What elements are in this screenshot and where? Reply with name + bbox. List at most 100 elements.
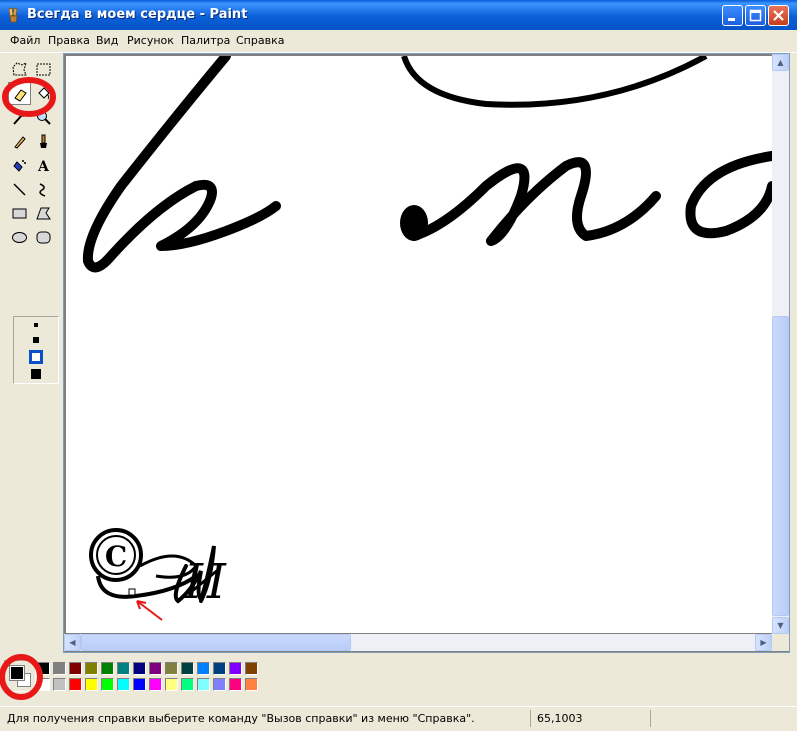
ellipse-icon: [12, 232, 27, 243]
scroll-right-button[interactable]: ▶: [755, 634, 772, 651]
tool-free-form-select[interactable]: [8, 58, 31, 81]
paint-app-icon[interactable]: [6, 7, 22, 23]
toolbox: A: [4, 56, 60, 636]
tool-ellipse[interactable]: [8, 226, 31, 249]
palette-swatch[interactable]: [101, 678, 114, 691]
free-form-select-icon: [12, 62, 27, 76]
svg-text:A: A: [37, 159, 50, 174]
menu-bar: Файл Правка Вид Рисунок Палитра Справка: [0, 30, 797, 52]
tool-fill[interactable]: [32, 82, 55, 105]
palette-swatch[interactable]: [181, 662, 194, 675]
palette-swatch[interactable]: [101, 662, 114, 675]
menu-help[interactable]: Справка: [236, 34, 284, 47]
menu-image[interactable]: Рисунок: [127, 34, 174, 47]
palette-swatch[interactable]: [229, 678, 242, 691]
palette-swatch[interactable]: [149, 678, 162, 691]
palette-swatch[interactable]: [181, 678, 194, 691]
palette-swatch[interactable]: [69, 678, 82, 691]
palette-swatch[interactable]: [53, 662, 66, 675]
title-bar: Всегда в моем сердце - Paint: [0, 0, 797, 30]
copyright-symbol-text: C: [105, 540, 127, 573]
palette-swatch[interactable]: [133, 678, 146, 691]
palette-swatch[interactable]: [85, 678, 98, 691]
rect-select-icon: [36, 63, 51, 76]
palette-swatch[interactable]: [117, 678, 130, 691]
palette-swatch[interactable]: [213, 678, 226, 691]
tool-rect-select[interactable]: [32, 58, 55, 81]
scroll-up-button[interactable]: ▲: [772, 54, 789, 71]
palette-swatch[interactable]: [37, 662, 50, 675]
minimize-icon: [728, 18, 735, 21]
fill-bucket-icon: [38, 87, 50, 100]
menu-file[interactable]: Файл: [10, 34, 40, 47]
status-help-text: Для получения справки выберите команду "…: [7, 712, 475, 725]
close-button[interactable]: [768, 5, 789, 26]
tool-brush[interactable]: [32, 130, 55, 153]
status-divider: [650, 710, 651, 727]
tool-airbrush[interactable]: [8, 154, 31, 177]
minimize-button[interactable]: [722, 5, 743, 26]
palette-swatch[interactable]: [69, 662, 82, 675]
rounded-rectangle-icon: [36, 231, 51, 244]
foreground-color-swatch[interactable]: [9, 665, 25, 681]
eraser-size-4[interactable]: [31, 369, 41, 379]
rectangle-icon: [12, 208, 27, 219]
vertical-scroll-thumb[interactable]: [772, 316, 789, 616]
tool-eraser[interactable]: [8, 82, 31, 105]
palette-swatch[interactable]: [245, 662, 258, 675]
tool-pencil[interactable]: [8, 130, 31, 153]
palette-swatch[interactable]: [197, 662, 210, 675]
palette-swatch[interactable]: [149, 662, 162, 675]
polygon-icon: [36, 207, 51, 220]
palette-swatch[interactable]: [197, 678, 210, 691]
horizontal-scroll-thumb[interactable]: [81, 634, 351, 651]
eraser-size-2[interactable]: [33, 337, 39, 343]
palette-swatch[interactable]: [53, 678, 66, 691]
palette-swatch[interactable]: [213, 662, 226, 675]
palette-swatch[interactable]: [165, 662, 178, 675]
palette-swatch[interactable]: [165, 678, 178, 691]
tool-rounded-rectangle[interactable]: [32, 226, 55, 249]
tool-text[interactable]: A: [32, 154, 55, 177]
palette-swatch[interactable]: [85, 662, 98, 675]
tool-curve[interactable]: [32, 178, 55, 201]
handwritten-drawing: C И: [82, 56, 772, 610]
horizontal-scrollbar[interactable]: ◀ ▶: [64, 634, 772, 651]
eraser-size-1[interactable]: [34, 323, 38, 327]
signature-initial-text: И: [183, 554, 227, 610]
maximize-button[interactable]: [745, 5, 766, 26]
vertical-scrollbar[interactable]: ▲ ▼: [772, 54, 789, 634]
palette-swatch[interactable]: [245, 678, 258, 691]
maximize-icon: [749, 9, 762, 22]
scroll-down-button[interactable]: ▼: [772, 617, 789, 634]
eraser-size-3-selected[interactable]: [29, 350, 43, 364]
tool-magnifier[interactable]: [32, 106, 55, 129]
text-icon: A: [37, 159, 50, 174]
scroll-left-button[interactable]: ◀: [64, 634, 81, 651]
palette-swatch[interactable]: [229, 662, 242, 675]
tool-color-picker[interactable]: [8, 106, 31, 129]
eraser-size-options: [13, 316, 59, 384]
tool-polygon[interactable]: [32, 202, 55, 225]
magnifier-icon: [37, 111, 51, 125]
current-colors-indicator[interactable]: [4, 660, 36, 692]
close-icon: [773, 10, 784, 21]
menu-palette[interactable]: Палитра: [181, 34, 230, 47]
status-bar: Для получения справки выберите команду "…: [0, 706, 797, 731]
curve-icon: [39, 183, 46, 197]
line-icon: [13, 183, 26, 196]
tool-line[interactable]: [8, 178, 31, 201]
palette-swatch[interactable]: [133, 662, 146, 675]
palette-swatch[interactable]: [117, 662, 130, 675]
palette-swatch[interactable]: [37, 678, 50, 691]
menu-view[interactable]: Вид: [96, 34, 118, 47]
airbrush-icon: [13, 160, 26, 172]
eraser-icon: [14, 89, 27, 102]
drawing-canvas[interactable]: C И: [66, 56, 772, 633]
status-cursor-coords: 65,1003: [537, 712, 583, 725]
pencil-icon: [14, 136, 26, 149]
menu-edit[interactable]: Правка: [48, 34, 90, 47]
color-picker-icon: [13, 111, 26, 125]
tool-rectangle[interactable]: [8, 202, 31, 225]
scrollbar-corner: [772, 634, 789, 651]
